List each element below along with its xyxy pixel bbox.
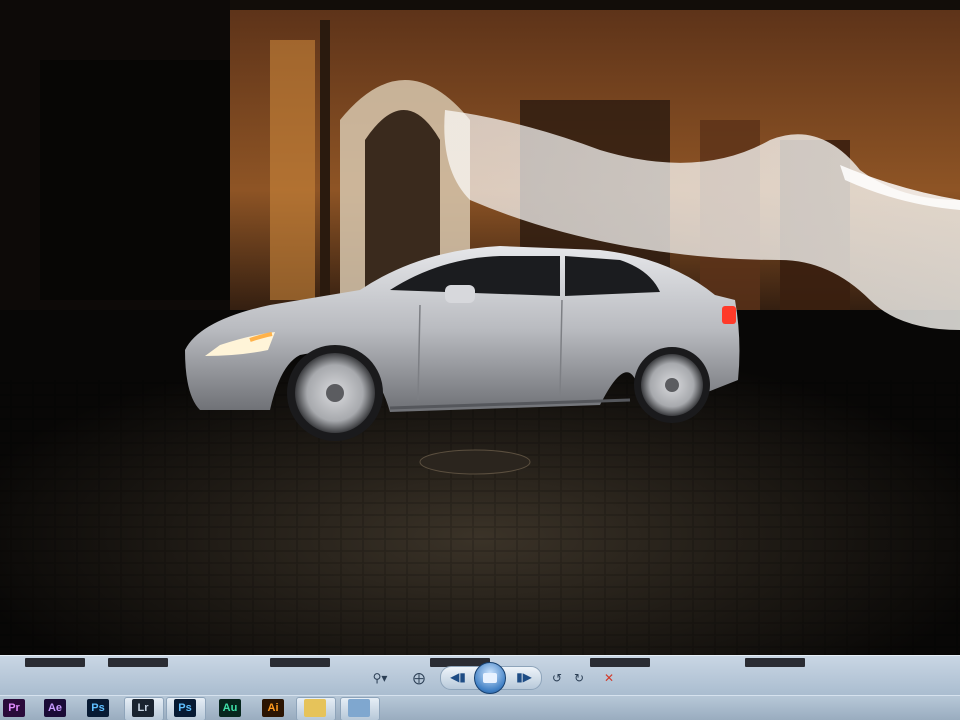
taskbar: Pr Ae Ps Lr Ps Au Ai <box>0 695 960 720</box>
taskbar-app-audition[interactable]: Au <box>219 699 241 717</box>
photo-viewer-icon[interactable] <box>348 699 370 717</box>
taskbar-app-lightroom[interactable]: Lr <box>132 699 154 717</box>
rotate-right-icon[interactable]: ↻ <box>570 668 588 688</box>
filmstrip-thumbnail[interactable] <box>25 658 85 667</box>
rotate-left-icon[interactable]: ↺ <box>548 668 566 688</box>
previous-icon[interactable]: ◀▮ <box>447 667 469 687</box>
photo-display <box>0 0 960 660</box>
fit-icon[interactable]: ⨁ <box>408 668 430 688</box>
taskbar-app-premiere[interactable]: Pr <box>3 699 25 717</box>
delete-icon[interactable]: ✕ <box>600 668 618 688</box>
magnifier-icon[interactable]: ⚲▾ <box>366 668 394 688</box>
taskbar-app-illustrator[interactable]: Ai <box>262 699 284 717</box>
taskbar-app-photoshop[interactable]: Ps <box>87 699 109 717</box>
next-icon[interactable]: ▮▶ <box>513 667 535 687</box>
filmstrip-thumbnail[interactable] <box>590 658 650 667</box>
slideshow-button[interactable] <box>474 662 506 694</box>
taskbar-app-after-effects[interactable]: Ae <box>44 699 66 717</box>
filmstrip-thumbnail[interactable] <box>270 658 330 667</box>
filmstrip-thumbnail[interactable] <box>108 658 168 667</box>
car-photo <box>0 0 960 660</box>
slideshow-icon <box>483 673 497 683</box>
folder-icon[interactable] <box>304 699 326 717</box>
filmstrip-thumbnail[interactable] <box>745 658 805 667</box>
taskbar-app-photoshop-2[interactable]: Ps <box>174 699 196 717</box>
